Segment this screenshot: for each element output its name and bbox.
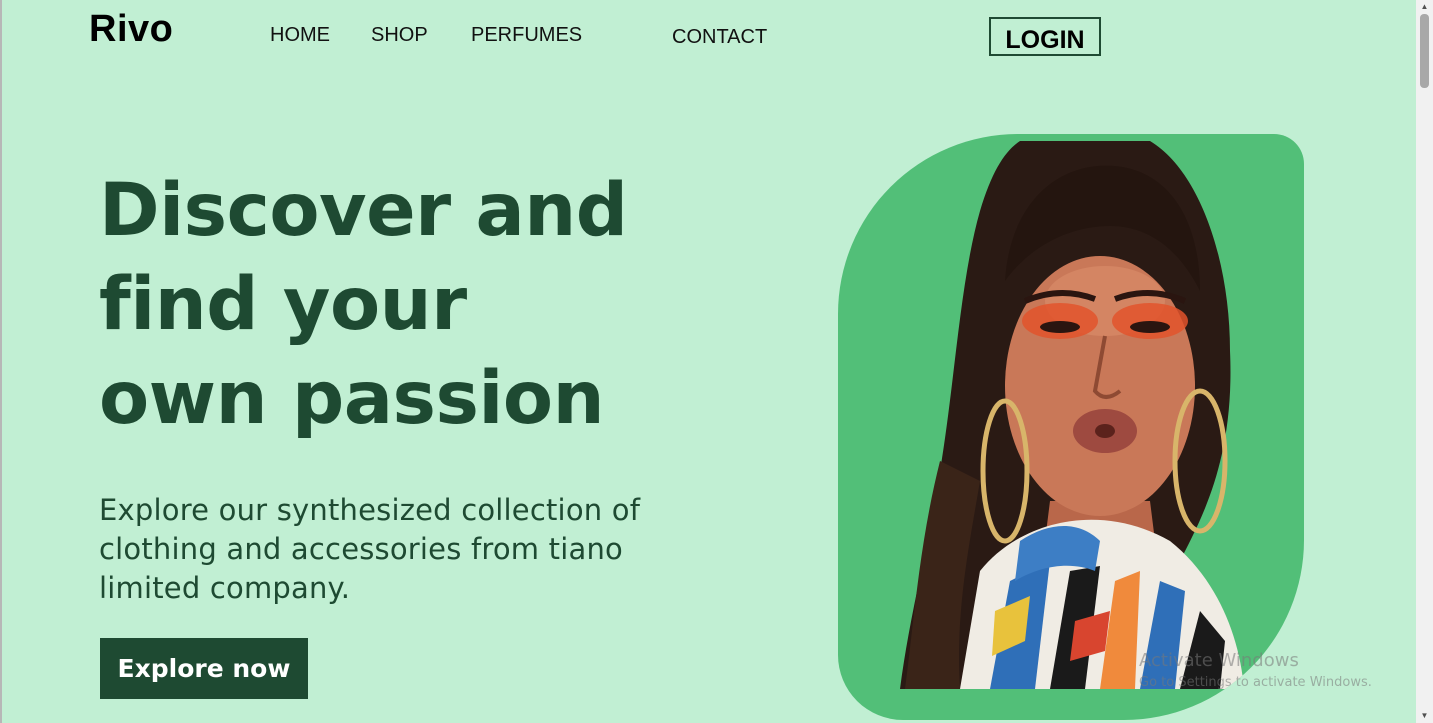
hero-title-line: own passion [99,356,605,441]
hero-title-line: find your [99,262,467,347]
login-button[interactable]: LOGIN [989,17,1101,56]
nav-link-perfumes[interactable]: PERFUMES [471,24,582,47]
page: Rivo HOME SHOP PERFUMES CONTACT LOGIN Di… [0,0,1433,723]
vertical-scrollbar[interactable]: ▲ ▼ [1416,0,1433,723]
hero-subtitle-line: Explore our synthesized collection of [99,493,641,527]
explore-now-button[interactable]: Explore now [100,638,308,699]
hero-title: Discover and find your own passion [99,164,719,446]
hero-image-card [838,134,1304,720]
scrollbar-thumb[interactable] [1420,14,1429,88]
hero-subtitle: Explore our synthesized collection of cl… [99,491,699,608]
brand-logo[interactable]: Rivo [89,8,173,51]
nav-link-home[interactable]: HOME [270,24,330,47]
nav-link-shop[interactable]: SHOP [371,24,428,47]
triangle-up-icon[interactable]: ▲ [1416,0,1433,14]
hero-subtitle-line: limited company. [99,571,351,605]
triangle-down-icon[interactable]: ▼ [1416,709,1433,723]
window-left-border [0,0,2,723]
model-photo [900,141,1244,689]
hero-subtitle-line: clothing and accessories from tiano [99,532,623,566]
nav-link-contact[interactable]: CONTACT [672,26,767,49]
hero-title-line: Discover and [99,168,628,253]
